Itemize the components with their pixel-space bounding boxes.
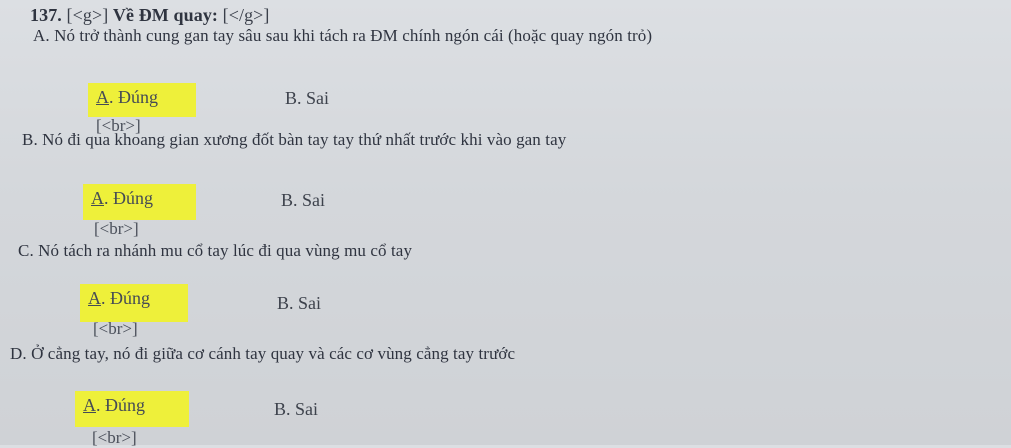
statement-b: B. Nó đi qua khoang gian xương đốt bàn t… [22, 130, 567, 149]
statement-d: D. Ở cẳng tay, nó đi giữa cơ cánh tay qu… [10, 344, 516, 363]
option-true-d[interactable]: A. Đúng [75, 391, 189, 427]
option-letter: A [96, 87, 109, 107]
option-label: . Đúng [104, 188, 153, 208]
group-open-tag: [<g>] [66, 5, 109, 25]
break-tag-b: [<br>] [94, 219, 139, 238]
option-label: . Đúng [96, 395, 145, 415]
group-close-tag: [</g>] [222, 5, 270, 25]
option-true-c[interactable]: A. Đúng [80, 284, 188, 322]
option-false-b[interactable]: B. Sai [281, 190, 325, 211]
break-tag-c: [<br>] [93, 319, 138, 338]
option-letter: A [83, 395, 96, 415]
option-false-a[interactable]: B. Sai [285, 88, 329, 109]
question-title: Về ĐM quay: [112, 5, 219, 25]
option-letter: A [88, 288, 101, 308]
statement-c: C. Nó tách ra nhánh mu cổ tay lúc đi qua… [18, 241, 413, 260]
option-label: . Đúng [101, 288, 150, 308]
option-false-d[interactable]: B. Sai [274, 399, 318, 420]
option-letter: A [91, 188, 104, 208]
statement-a: A. Nó trở thành cung gan tay sâu sau khi… [33, 26, 653, 45]
option-true-b[interactable]: A. Đúng [83, 184, 196, 220]
question-header: 137. [<g>] Về ĐM quay: [</g>] [30, 5, 270, 26]
break-tag-d: [<br>] [92, 428, 137, 447]
option-false-c[interactable]: B. Sai [277, 293, 321, 314]
document-page: 137. [<g>] Về ĐM quay: [</g>] A. Nó trở … [0, 0, 1011, 447]
option-label: . Đúng [109, 87, 158, 107]
question-number: 137. [30, 5, 62, 25]
option-true-a[interactable]: A. Đúng [88, 83, 196, 117]
